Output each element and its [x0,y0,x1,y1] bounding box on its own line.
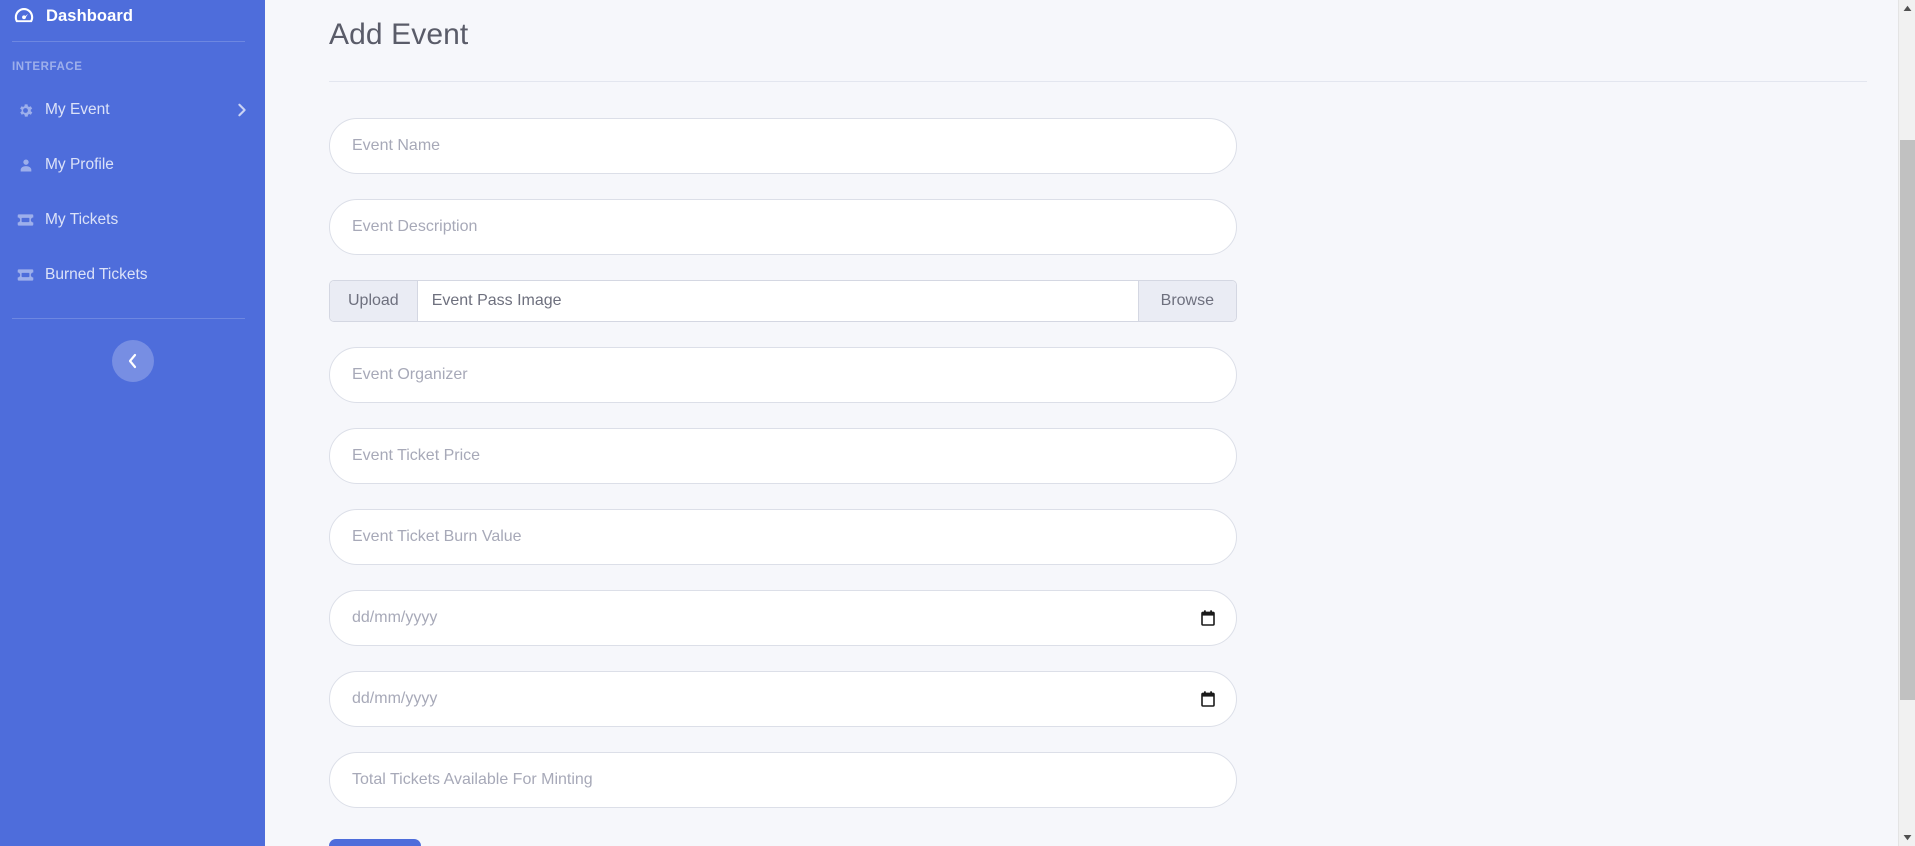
sidebar-brand-label: Dashboard [46,6,134,25]
user-icon [17,157,34,174]
sidebar-item-label: Burned Tickets [45,266,148,283]
field-row-event-description [329,199,1915,255]
tachometer-icon [12,4,36,28]
event-name-input[interactable] [329,118,1237,174]
sidebar-collapse-button[interactable] [111,340,154,382]
field-row-event-ticket-price [329,428,1915,484]
app-root: Dashboard INTERFACE My Event My Profile … [0,0,1915,846]
event-end-date-placeholder: dd/mm/yyyy [352,690,438,707]
upload-prefix-label: Upload [330,281,418,321]
vertical-scroll-thumb[interactable] [1900,140,1915,700]
upload-file-name[interactable]: Event Pass Image [417,281,1138,321]
sidebar: Dashboard INTERFACE My Event My Profile … [0,0,265,846]
browse-button[interactable]: Browse [1137,281,1236,321]
field-row-event-name [329,118,1915,174]
caret-down-icon[interactable] [1899,829,1915,846]
vertical-scrollbar[interactable] [1898,0,1915,846]
sidebar-section-heading: INTERFACE [12,61,83,73]
ticket-icon [17,267,34,284]
submit-button[interactable]: Submit [329,839,421,846]
sidebar-item-my-event[interactable]: My Event [0,92,265,128]
event-end-date-wrap: dd/mm/yyyy [329,671,1237,727]
calendar-icon[interactable] [1201,610,1215,626]
gear-icon [17,102,34,119]
ticket-icon [17,212,34,229]
field-row-event-start-date: dd/mm/yyyy [329,590,1915,646]
sidebar-toggle-wrap [0,340,265,382]
upload-input-group: Upload Event Pass Image Browse [329,280,1237,322]
chevron-left-icon [127,353,139,369]
event-organizer-input[interactable] [329,347,1237,403]
sidebar-item-label: My Tickets [45,211,119,228]
event-description-input[interactable] [329,199,1237,255]
event-start-date-input[interactable]: dd/mm/yyyy [329,590,1237,646]
event-ticket-burn-value-input[interactable] [329,509,1237,565]
chevron-right-icon[interactable] [237,103,247,117]
add-event-form: Upload Event Pass Image Browse [265,82,1915,846]
field-row-event-end-date: dd/mm/yyyy [329,671,1915,727]
total-tickets-available-input[interactable] [329,752,1237,808]
page-title: Add Event [329,18,469,51]
sidebar-item-label: My Profile [45,156,114,173]
sidebar-item-my-tickets[interactable]: My Tickets [0,202,265,238]
field-row-total-tickets [329,752,1915,808]
sidebar-item-my-profile[interactable]: My Profile [0,147,265,183]
caret-up-icon[interactable] [1899,0,1915,17]
event-ticket-price-input[interactable] [329,428,1237,484]
main-content: Add Event Upload Event Pass Image Browse [265,0,1915,846]
field-row-event-pass-image: Upload Event Pass Image Browse [329,280,1915,322]
field-row-event-organizer [329,347,1915,403]
field-row-event-ticket-burn-value [329,509,1915,565]
calendar-icon[interactable] [1201,691,1215,707]
event-start-date-wrap: dd/mm/yyyy [329,590,1237,646]
sidebar-divider-bottom [12,318,245,319]
event-end-date-input[interactable]: dd/mm/yyyy [329,671,1237,727]
event-start-date-placeholder: dd/mm/yyyy [352,609,438,626]
sidebar-brand[interactable]: Dashboard [0,0,265,32]
sidebar-item-label: My Event [45,101,110,118]
sidebar-item-burned-tickets[interactable]: Burned Tickets [0,257,265,293]
